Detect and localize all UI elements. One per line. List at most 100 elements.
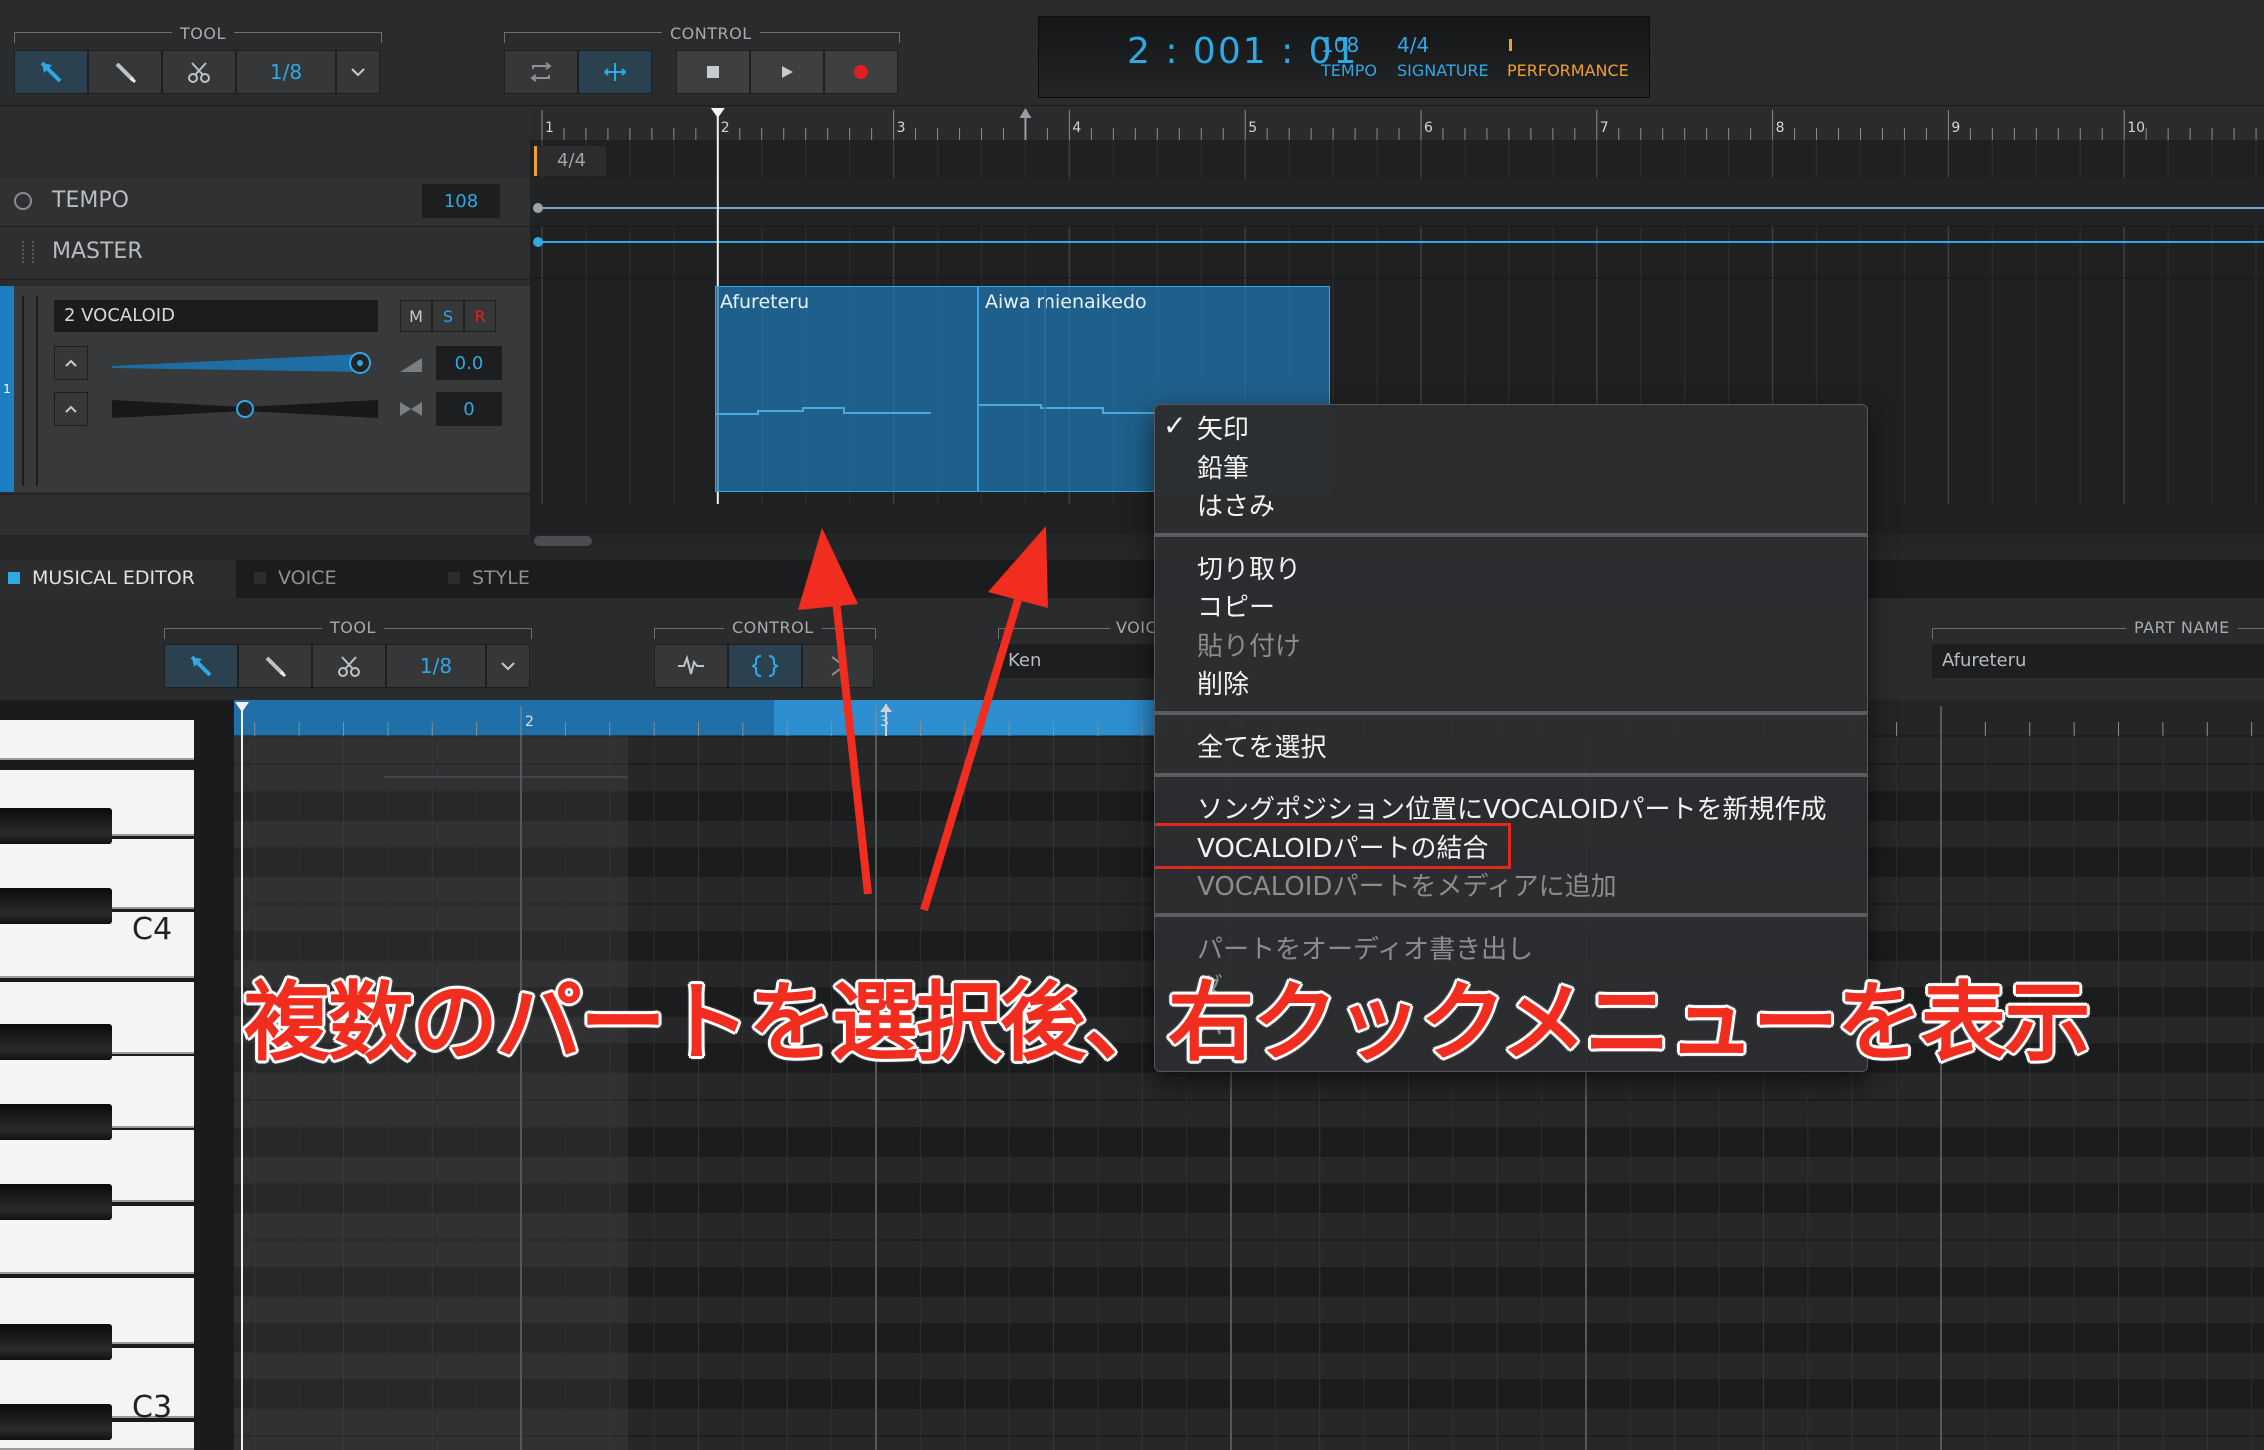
menu-item[interactable]: ✓ 矢印 xyxy=(1155,409,1867,448)
editor-pencil-tool-button[interactable] xyxy=(238,644,312,688)
auto-scroll-button[interactable] xyxy=(728,644,802,688)
scissors-icon xyxy=(338,656,360,677)
record-icon xyxy=(854,65,868,79)
solo-button[interactable]: S xyxy=(432,300,464,332)
menu-item-label: ソングポジション位置にVOCALOIDパートを新規作成 xyxy=(1197,795,1827,825)
stop-button[interactable] xyxy=(676,50,750,94)
arrangement-ruler[interactable] xyxy=(530,106,2264,140)
vocaloid-part-1[interactable]: Afureteru xyxy=(715,286,978,492)
menu-item[interactable]: 削除 xyxy=(1155,664,1867,703)
arrangement-scroll-thumb[interactable] xyxy=(534,536,592,546)
ruler-bar-number: 5 xyxy=(1248,120,1257,136)
quantize-dropdown-button[interactable] xyxy=(336,50,380,94)
scissors-tool-button[interactable] xyxy=(162,50,236,94)
vocaloid-track-header[interactable]: 1 2 VOCALOID M S R 0.0 0 xyxy=(0,286,530,492)
chevron-up-icon xyxy=(65,359,77,367)
menu-separator xyxy=(1155,710,1867,715)
pan-slider[interactable] xyxy=(112,396,378,422)
menu-item[interactable]: はさみ xyxy=(1155,486,1867,525)
signature-marker[interactable]: 4/4 xyxy=(534,146,606,176)
piano-black-key[interactable] xyxy=(0,1184,112,1220)
volume-value[interactable]: 0.0 xyxy=(436,346,502,380)
next-track-header[interactable] xyxy=(0,494,530,535)
track-header-area: TEMPO 108 MASTER 1 2 VOCALOID M S R 0.0 xyxy=(0,106,530,535)
tab-style[interactable]: STYLE xyxy=(444,560,624,598)
voice-select[interactable]: Ken xyxy=(998,644,1158,678)
expand-button[interactable] xyxy=(54,346,88,380)
ruler-bar-number: 2 xyxy=(721,120,730,136)
tempo-track-header[interactable]: TEMPO 108 xyxy=(0,178,530,227)
chevron-down-icon xyxy=(351,68,365,77)
tempo-label: TEMPO xyxy=(1321,61,1377,80)
volume-slider[interactable] xyxy=(112,350,378,376)
chevron-up-icon xyxy=(65,405,77,413)
pencil-icon xyxy=(115,62,137,84)
drag-handle-icon[interactable] xyxy=(22,241,34,263)
tempo-lane[interactable] xyxy=(530,178,2264,226)
tempo-point[interactable] xyxy=(533,203,543,213)
arrow-icon xyxy=(190,655,212,677)
editor-quantize-select[interactable]: 1/8 xyxy=(386,644,486,688)
lower-tab-bar: MUSICAL EDITOR VOICE STYLE xyxy=(0,560,2264,598)
part-note-preview xyxy=(716,407,931,415)
ruler-bar-number: 4 xyxy=(1072,120,1081,136)
pitch-curve-button[interactable] xyxy=(654,644,728,688)
part-name-field[interactable]: Afureteru xyxy=(1932,644,2264,678)
piano-keyboard[interactable]: C4 C3 xyxy=(0,700,234,1450)
editor-quantize-value: 1/8 xyxy=(419,654,453,678)
transport-display: 2 : 001 : 01 108 TEMPO 4/4 SIGNATURE PER… xyxy=(1038,16,1650,98)
mute-button[interactable]: M xyxy=(400,300,432,332)
arrow-tool-button[interactable] xyxy=(14,50,88,94)
stop-icon xyxy=(707,66,719,78)
tab-voice[interactable]: VOICE xyxy=(250,560,430,598)
menu-item[interactable]: ソングポジション位置にVOCALOIDパートを新規作成 xyxy=(1155,789,1867,828)
pencil-tool-button[interactable] xyxy=(88,50,162,94)
ruler-bar-number: 8 xyxy=(1776,120,1785,136)
menu-item[interactable]: コピー xyxy=(1155,587,1867,626)
ruler-bar-number: 10 xyxy=(2127,120,2145,136)
piano-black-key[interactable] xyxy=(0,1324,112,1360)
tab-label: STYLE xyxy=(472,567,530,589)
editor-tool-group-label: TOOL xyxy=(322,618,384,637)
piano-black-key[interactable] xyxy=(0,1404,112,1440)
record-arm-button[interactable]: R xyxy=(464,300,496,332)
editor-scissors-tool-button[interactable] xyxy=(312,644,386,688)
editor-quantize-dropdown-button[interactable] xyxy=(486,644,530,688)
menu-item[interactable]: 切り取り xyxy=(1155,549,1867,588)
loop-button[interactable] xyxy=(504,50,578,94)
piano-black-key[interactable] xyxy=(0,808,112,844)
ruler-bar-number: 9 xyxy=(1951,120,1960,136)
tempo-track-value[interactable]: 108 xyxy=(422,184,500,218)
editor-ruler-bar-number: 2 xyxy=(525,714,534,730)
track-name-field[interactable]: 2 VOCALOID xyxy=(54,300,378,332)
master-track-header[interactable]: MASTER xyxy=(0,227,530,280)
tempo-value[interactable]: 108 xyxy=(1321,33,1359,57)
top-toolbar: TOOL 1/8 CONTROL 2 : 001 : 01 108 TEMPO … xyxy=(0,0,2264,106)
editor-arrow-tool-button[interactable] xyxy=(164,644,238,688)
snap-button[interactable] xyxy=(802,644,874,688)
piano-black-key[interactable] xyxy=(0,888,112,924)
menu-item-label: 矢印 xyxy=(1197,415,1250,445)
track-number: 1 xyxy=(3,382,11,396)
master-volume-point[interactable] xyxy=(533,237,543,247)
part-range-bar-selected[interactable] xyxy=(774,700,1164,736)
menu-item[interactable]: 全てを選択 xyxy=(1155,727,1867,766)
menu-item: 貼り付け xyxy=(1155,626,1867,665)
piano-black-key[interactable] xyxy=(0,1024,112,1060)
menu-item[interactable]: 鉛筆 xyxy=(1155,448,1867,487)
menu-separator xyxy=(1155,532,1867,537)
checkmark-icon: ✓ xyxy=(1163,409,1187,442)
piano-black-key[interactable] xyxy=(0,1104,112,1140)
piano-white-key[interactable] xyxy=(0,720,194,760)
tab-musical-editor[interactable]: MUSICAL EDITOR xyxy=(0,560,236,598)
quantize-select[interactable]: 1/8 xyxy=(236,50,336,94)
brackets-icon xyxy=(751,655,779,677)
signature-value[interactable]: 4/4 xyxy=(1397,33,1429,57)
record-button[interactable] xyxy=(824,50,898,94)
follow-button[interactable] xyxy=(578,50,652,94)
play-button[interactable] xyxy=(750,50,824,94)
menu-item: VOCALOIDパートをメディアに追加 xyxy=(1155,866,1867,905)
quantize-value: 1/8 xyxy=(269,60,303,84)
pan-value[interactable]: 0 xyxy=(436,392,502,426)
expand-button-2[interactable] xyxy=(54,392,88,426)
